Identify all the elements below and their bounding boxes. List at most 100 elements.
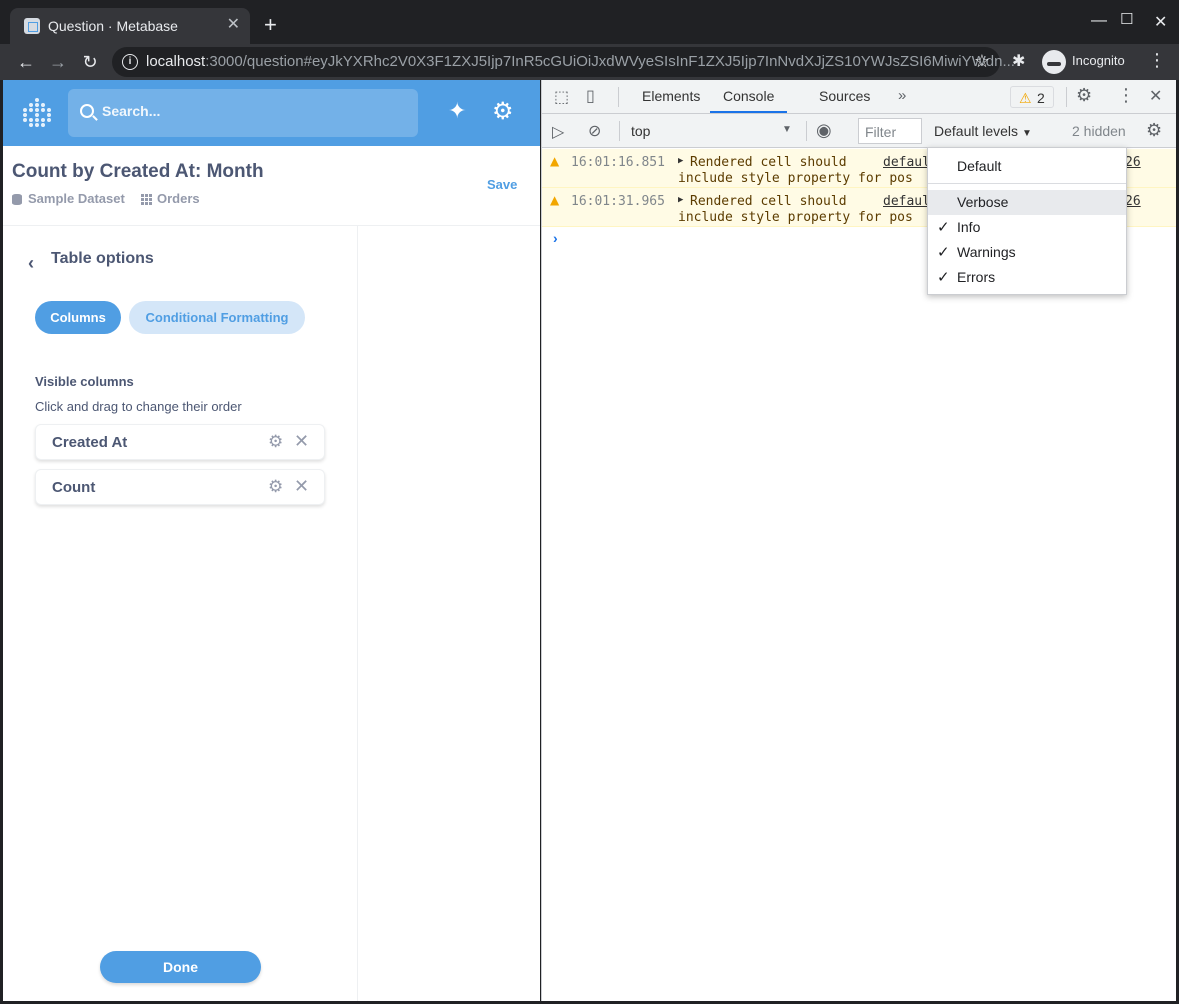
search-bar[interactable]: Search... (68, 89, 418, 137)
browser-toolbar: ← → ↻ i localhost:3000/question#eyJkYXRh… (0, 44, 1179, 80)
tab-conditional-formatting[interactable]: Conditional Formatting (129, 301, 305, 334)
message-source-link[interactable]: defaul (883, 155, 930, 170)
filter-input[interactable]: Filter (858, 118, 922, 144)
devtools-menu-icon[interactable]: ⋮ (1117, 85, 1135, 106)
menu-item-label: Info (957, 219, 981, 235)
message-timestamp: 16:01:31.965 (571, 194, 665, 209)
message-text: include style property for pos (678, 171, 913, 186)
url-path: :3000/question#eyJkYXRhc2V0X3F1ZXJ5Ijp7I… (205, 53, 1015, 70)
expand-triangle-icon[interactable]: ▶ (678, 156, 683, 166)
address-bar[interactable]: i localhost:3000/question#eyJkYXRhc2V0X3… (112, 47, 1015, 77)
settings-gear-icon[interactable]: ⚙ (492, 97, 514, 126)
devtools-tabbar: ⬚ ▯ Elements Console Sources » ⚠ 2 ⚙ ⋮ ✕ (542, 80, 1176, 114)
new-question-sparkle-icon[interactable]: ✦ (448, 98, 466, 124)
table-grid-icon (141, 194, 152, 205)
tab-console[interactable]: Console (710, 88, 788, 113)
remove-column-close-icon[interactable]: ✕ (294, 431, 309, 452)
message-timestamp: 16:01:16.851 (571, 155, 665, 170)
question-header: Count by Created At: Month Save Sample D… (3, 146, 540, 226)
console-prompt-chevron-icon[interactable]: › (553, 230, 558, 246)
remove-column-close-icon[interactable]: ✕ (294, 476, 309, 497)
browser-menu-icon[interactable]: ⋮ (1148, 50, 1166, 71)
console-settings-gear-icon[interactable]: ⚙ (1146, 120, 1162, 141)
browser-window: Question · Metabase ✕ + — ☐ ✕ ← → ↻ i lo… (0, 0, 1179, 1004)
menu-item-verbose[interactable]: Verbose (928, 190, 1126, 215)
divider (619, 121, 620, 141)
menu-item-default[interactable]: Default (928, 154, 1126, 179)
live-expression-eye-icon[interactable]: ◉ (816, 120, 832, 141)
expand-triangle-icon[interactable]: ▶ (678, 195, 683, 205)
tab-columns[interactable]: Columns (35, 301, 121, 334)
warning-count: 2 (1037, 90, 1045, 106)
extensions-puzzle-icon[interactable]: ✱ (1012, 51, 1025, 71)
message-line-link[interactable]: 26 (1125, 194, 1141, 209)
bookmark-star-icon[interactable]: ☆ (974, 51, 990, 72)
menu-item-label: Verbose (957, 194, 1009, 210)
checkmark-icon: ✓ (937, 219, 950, 236)
section-title: Visible columns (35, 374, 134, 389)
browser-tab[interactable]: Question · Metabase ✕ (10, 8, 250, 44)
metabase-navbar: Search... ✦ ⚙ (3, 80, 540, 146)
device-toolbar-icon[interactable]: ▯ (586, 86, 595, 106)
incognito-indicator[interactable]: Incognito (1040, 48, 1130, 76)
console-toolbar: ▷ ⊘ top ▼ ◉ Filter Default levels ▼ 2 hi… (542, 114, 1176, 148)
url-host: localhost (146, 53, 206, 70)
context-select[interactable]: top (631, 123, 650, 139)
menu-item-label: Default (957, 158, 1002, 174)
column-item[interactable]: Count ⚙ ✕ (35, 469, 325, 505)
checkmark-icon: ✓ (937, 244, 950, 261)
reload-icon[interactable]: ↻ (78, 50, 102, 74)
tab-sources[interactable]: Sources (819, 88, 870, 104)
tab-strip: Question · Metabase ✕ + — ☐ ✕ (0, 0, 1179, 44)
warning-icon: ▲ (550, 193, 560, 207)
chevron-down-icon: ▼ (782, 124, 792, 135)
save-button[interactable]: Save (487, 177, 517, 192)
breadcrumb-dataset[interactable]: Sample Dataset (28, 191, 125, 206)
close-window-icon[interactable]: ✕ (1154, 12, 1167, 32)
devtools-settings-gear-icon[interactable]: ⚙ (1076, 85, 1092, 106)
message-line-link[interactable]: 26 (1125, 155, 1141, 170)
forward-icon[interactable]: → (46, 50, 70, 74)
done-button[interactable]: Done (100, 951, 261, 983)
column-item[interactable]: Created At ⚙ ✕ (35, 424, 325, 460)
table-options-sidebar: ‹ Table options Columns Conditional Form… (3, 226, 358, 1001)
inspect-element-icon[interactable]: ⬚ (554, 87, 569, 107)
minimize-icon[interactable]: — (1091, 12, 1107, 30)
column-settings-gear-icon[interactable]: ⚙ (268, 477, 283, 497)
tab-elements[interactable]: Elements (642, 88, 700, 104)
breadcrumb-table[interactable]: Orders (157, 191, 200, 206)
warnings-badge[interactable]: ⚠ 2 (1010, 86, 1054, 108)
question-title: Count by Created At: Month (12, 161, 264, 182)
message-source-link[interactable]: defaul (883, 194, 930, 209)
menu-item-label: Warnings (957, 244, 1016, 260)
levels-label: Default levels (934, 123, 1019, 139)
close-devtools-icon[interactable]: ✕ (1149, 86, 1162, 106)
log-levels-dropdown[interactable]: Default levels ▼ (934, 123, 1032, 139)
log-levels-menu: Default Verbose ✓ Info ✓ Warnings ✓ Erro… (927, 147, 1127, 295)
column-settings-gear-icon[interactable]: ⚙ (268, 432, 283, 452)
back-chevron-icon[interactable]: ‹ (28, 253, 34, 274)
more-tabs-chevron-icon[interactable]: » (898, 87, 906, 104)
sidebar-title[interactable]: Table options (51, 250, 154, 268)
maximize-icon[interactable]: ☐ (1120, 10, 1133, 28)
sidebar-toggle-icon[interactable]: ▷ (552, 122, 564, 142)
hidden-count: 2 hidden (1072, 123, 1126, 139)
divider (806, 121, 807, 141)
site-info-icon[interactable]: i (122, 54, 138, 70)
back-icon[interactable]: ← (14, 50, 38, 74)
menu-item-warnings[interactable]: ✓ Warnings (928, 240, 1126, 265)
new-tab-icon[interactable]: + (264, 14, 277, 36)
incognito-label: Incognito (1072, 53, 1125, 68)
database-icon (12, 194, 22, 205)
warning-icon: ⚠ (1019, 90, 1032, 106)
clear-console-icon[interactable]: ⊘ (588, 121, 601, 141)
close-tab-icon[interactable]: ✕ (227, 16, 240, 34)
search-icon (80, 104, 94, 118)
devtools-panel: ⬚ ▯ Elements Console Sources » ⚠ 2 ⚙ ⋮ ✕… (541, 80, 1176, 1001)
menu-item-errors[interactable]: ✓ Errors (928, 265, 1126, 290)
menu-divider (928, 183, 1126, 184)
menu-item-info[interactable]: ✓ Info (928, 215, 1126, 240)
search-placeholder: Search... (102, 103, 161, 119)
column-name: Created At (52, 434, 128, 451)
metabase-logo-icon[interactable] (23, 98, 51, 128)
